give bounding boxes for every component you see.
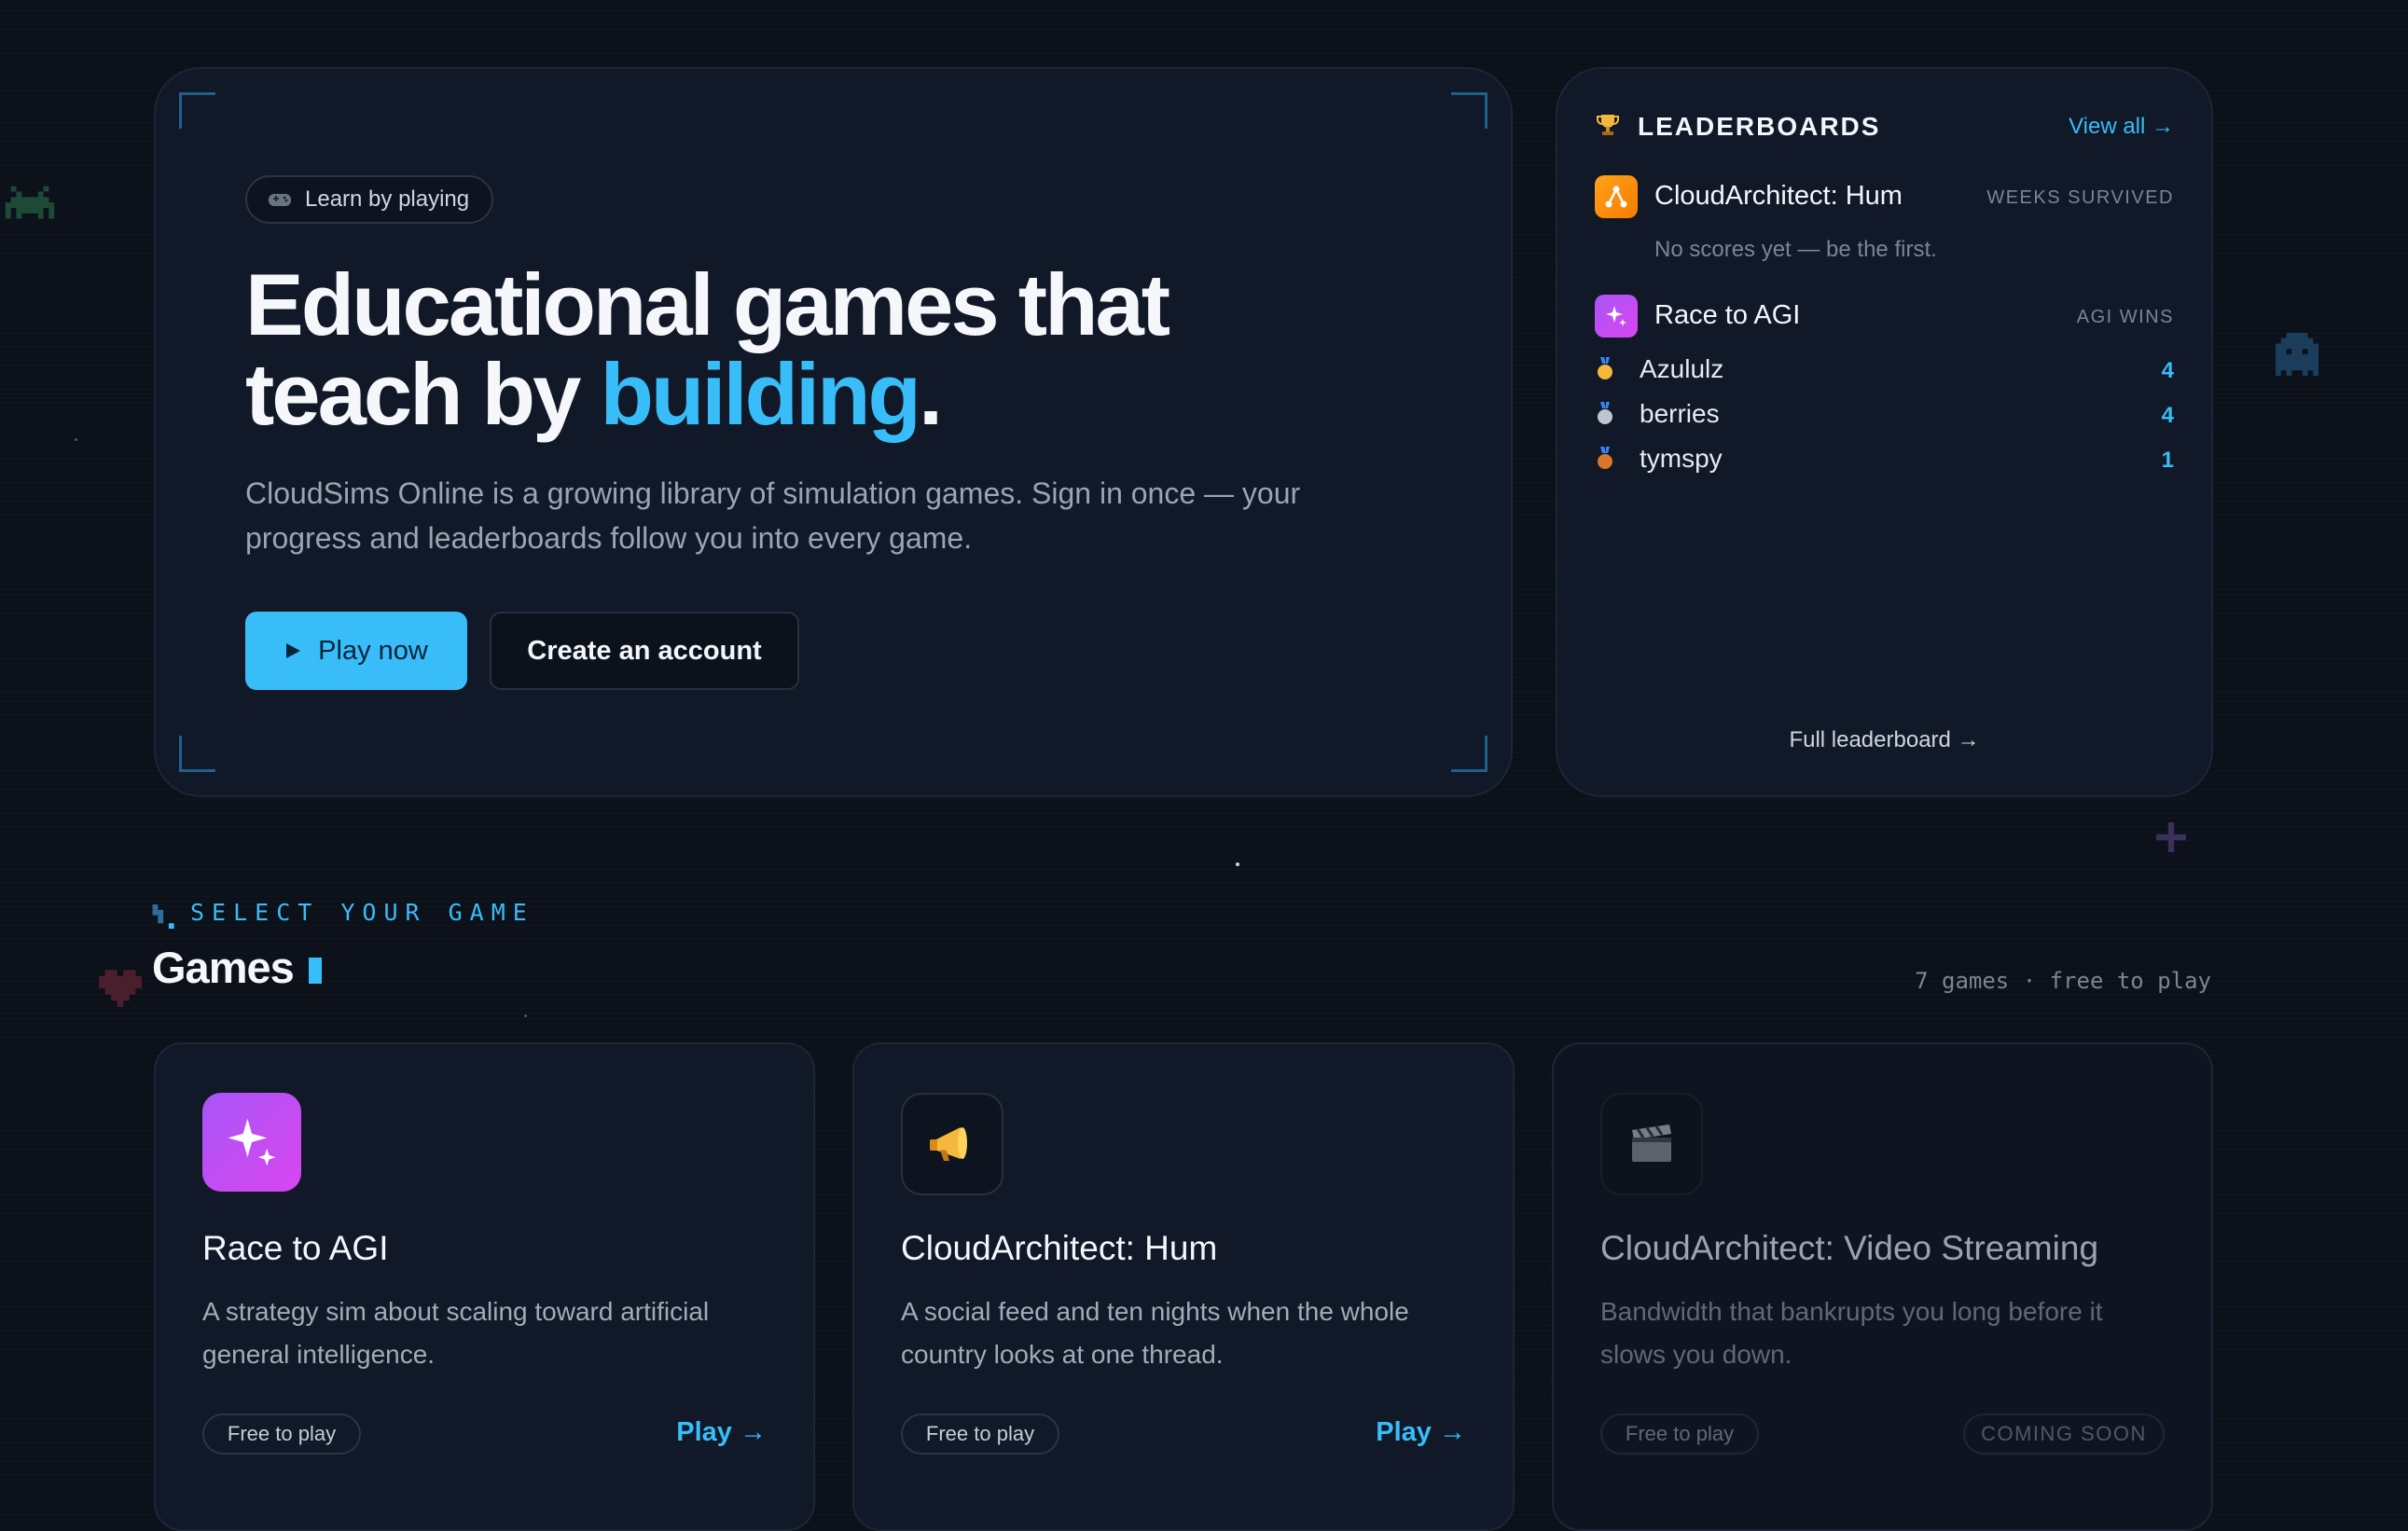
free-to-play-tag: Free to play	[202, 1414, 361, 1455]
lb-score: 4	[2161, 403, 2174, 428]
play-link[interactable]: Play →	[676, 1417, 767, 1448]
hero-title-prefix: teach by	[245, 345, 601, 443]
sparkle-icon	[1606, 306, 1626, 326]
ghost-sprite-icon	[2276, 333, 2318, 376]
learn-badge-label: Learn by playing	[305, 186, 470, 212]
game-card-description: A social feed and ten nights when the wh…	[901, 1290, 1409, 1376]
game-card[interactable]: Race to AGI A strategy sim about scaling…	[154, 1042, 815, 1531]
hero-description-line2: progress and leaderboards follow you int…	[245, 521, 973, 555]
hero-title-line1: Educational games that	[245, 255, 1170, 353]
lb-empty-message: No scores yet — be the first.	[1654, 237, 1937, 262]
plus-sprite-icon	[2156, 822, 2186, 852]
view-all-link[interactable]: View all →	[2069, 114, 2174, 140]
coming-soon-badge: COMING SOON	[1963, 1414, 2165, 1455]
pixel-cursor-icon	[152, 904, 174, 929]
game-card-description: Bandwidth that bankrupts you long before…	[1600, 1290, 2103, 1376]
lb-entry-row: berries	[1595, 399, 1720, 429]
play-now-label: Play now	[318, 635, 428, 666]
lb-entry-row: tymspy	[1595, 444, 1723, 474]
game-card-disabled: CloudArchitect: Video Streaming Bandwidt…	[1552, 1042, 2213, 1531]
race-to-agi-logo	[202, 1093, 301, 1192]
lb-metric-label: AGI WINS	[2076, 307, 2174, 327]
lb-score: 1	[2161, 448, 2174, 473]
play-now-button[interactable]: Play now	[245, 612, 467, 690]
frame-corner	[1451, 92, 1488, 129]
heart-sprite-icon	[99, 970, 142, 1007]
games-heading: Games	[152, 942, 322, 993]
race-to-agi-logo	[1595, 295, 1638, 338]
game-card-desc-line2: country looks at one thread.	[901, 1340, 1224, 1369]
lb-player-name: tymspy	[1640, 444, 1723, 473]
leaderboards-heading: LEADERBOARDS	[1638, 112, 1881, 141]
lb-game-title: Race to AGI	[1654, 300, 1801, 330]
clapper-icon	[1632, 1124, 1671, 1162]
gold-medal-icon	[1598, 357, 1612, 379]
game-card-title: CloudArchitect: Video Streaming	[1600, 1229, 2099, 1267]
trophy-icon	[1597, 115, 1619, 135]
cloudarchitect-hum-logo	[901, 1093, 1003, 1195]
games-heading-label: Games	[152, 943, 295, 992]
play-link[interactable]: Play →	[1376, 1417, 1466, 1448]
sparkle-icon	[228, 1118, 276, 1166]
leaderboards-panel: LEADERBOARDS View all → CloudArchitect: …	[1556, 67, 2213, 797]
frame-corner	[179, 736, 215, 772]
select-game-eyebrow: SELECT YOUR GAME	[190, 899, 534, 926]
lb-metric-label: WEEKS SURVIVED	[1986, 187, 2174, 208]
game-card-title: CloudArchitect: Hum	[901, 1229, 1218, 1267]
hero-description: CloudSims Online is a growing library of…	[245, 471, 1300, 560]
frame-corner	[179, 92, 215, 129]
game-card-desc-line1: A social feed and ten nights when the wh…	[901, 1297, 1409, 1326]
game-card-desc-line1: A strategy sim about scaling toward arti…	[202, 1297, 710, 1326]
full-leaderboard-link[interactable]: Full leaderboard →	[1557, 727, 2211, 753]
frame-corner	[1451, 736, 1488, 772]
free-to-play-tag: Free to play	[901, 1414, 1059, 1455]
play-triangle-icon	[286, 643, 301, 658]
video-streaming-logo	[1600, 1093, 1703, 1195]
hero-title-line2: teach by building.	[245, 350, 1168, 439]
hero-description-line1: CloudSims Online is a growing library of…	[245, 476, 1301, 510]
lb-player-name: berries	[1640, 399, 1720, 428]
games-count: 7 games · free to play	[1915, 968, 2211, 994]
silver-medal-icon	[1598, 402, 1612, 424]
bronze-medal-icon	[1598, 447, 1612, 469]
hero-title-highlight: building	[600, 345, 921, 443]
create-account-button[interactable]: Create an account	[490, 612, 799, 690]
game-card-desc-line1: Bandwidth that bankrupts you long before…	[1600, 1297, 2103, 1326]
lb-game-title: CloudArchitect: Hum	[1654, 181, 1903, 211]
learn-badge: Learn by playing	[245, 175, 494, 224]
game-card-description: A strategy sim about scaling toward arti…	[202, 1290, 709, 1376]
lb-score: 4	[2161, 358, 2174, 383]
game-card-title: Race to AGI	[202, 1229, 389, 1267]
lb-player-name: Azululz	[1640, 354, 1724, 383]
invader-sprite-icon	[5, 186, 55, 219]
lb-entry-row: Azululz	[1595, 354, 1723, 384]
cloudarchitect-hum-logo	[1595, 175, 1638, 218]
game-card-desc-line2: general intelligence.	[202, 1340, 436, 1369]
blinking-cursor	[308, 957, 322, 984]
megaphone-icon	[930, 1127, 967, 1161]
create-account-label: Create an account	[527, 635, 762, 666]
hero-title-suffix: .	[918, 345, 943, 443]
gamepad-icon	[269, 194, 291, 206]
hero-panel: Learn by playing Educational games that …	[154, 67, 1513, 797]
hero-title: Educational games that teach by building…	[245, 255, 1170, 439]
free-to-play-tag: Free to play	[1600, 1414, 1759, 1455]
game-card[interactable]: CloudArchitect: Hum A social feed and te…	[852, 1042, 1515, 1531]
game-card-desc-line2: slows you down.	[1600, 1340, 1792, 1369]
network-icon	[1605, 186, 1627, 208]
